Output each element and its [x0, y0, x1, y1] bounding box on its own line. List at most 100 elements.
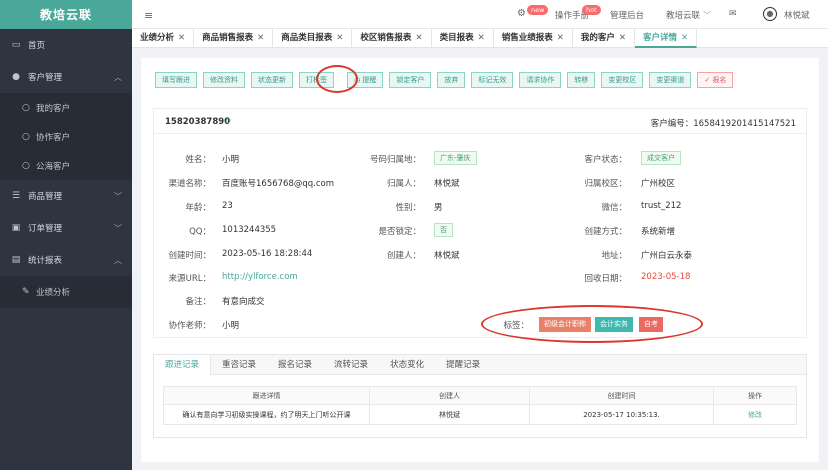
tab-label: 我的客户 [580, 33, 615, 43]
user-icon: ● [12, 72, 20, 82]
menu-toggle-icon[interactable]: ≡ [144, 9, 153, 22]
sidebar-item-label: 业绩分析 [36, 288, 71, 298]
sidebar-item-customer-management[interactable]: ● 客户管理 ︿ [0, 61, 132, 93]
customer-detail-panel: 填写跟进 修改资料 状态更新 打标签 ◷ 提醒 锁定客户 放弃 标记无效 请求协… [141, 58, 819, 462]
chevron-down-icon: ﹀ [114, 224, 122, 233]
channel-value: 百度账号1656768@qq.com [222, 179, 335, 189]
close-icon[interactable]: ✕ [178, 33, 185, 43]
change-channel-button[interactable]: 变更渠道 [649, 72, 692, 88]
chevron-down-icon: ﹀ [703, 11, 712, 21]
follow-up-button[interactable]: 填写跟进 [155, 72, 197, 88]
table-row: 确认有意向学习初级实操课程，约了明天上门听公开课 林悦斌 2023-05-17 … [163, 404, 797, 425]
gender-value: 男 [434, 203, 443, 213]
sidebar-item-product-management[interactable]: ☰ 商品管理 ﹀ [0, 180, 132, 212]
admin-link[interactable]: 管理后台 [610, 9, 644, 21]
tab-follow-up[interactable]: 跟进记录 [154, 355, 212, 375]
column-header: 创建时间 [529, 386, 714, 405]
wechat-label: 微信： [601, 203, 627, 213]
close-icon[interactable]: ✕ [619, 33, 626, 43]
age-label: 年龄： [185, 203, 211, 213]
tab-status-changes[interactable]: 状态变化 [379, 355, 435, 375]
tab-category[interactable]: 类目报表 ✕ [432, 29, 494, 48]
tab-transfer-records[interactable]: 流转记录 [323, 355, 379, 375]
sidebar-item-home[interactable]: ▭ 首页 [0, 29, 132, 61]
abandon-button[interactable]: 放弃 [437, 72, 466, 88]
chevron-up-icon: ︿ [114, 73, 122, 82]
tab-reconsult[interactable]: 重咨记录 [211, 355, 267, 375]
avatar[interactable]: ● [763, 7, 777, 21]
mark-invalid-button[interactable]: 标记无效 [471, 72, 514, 88]
records-tabs: 跟进记录 重咨记录 报名记录 流转记录 状态变化 提醒记录 [154, 355, 806, 375]
sidebar: 教培云联 ▭ 首页 ● 客户管理 ︿ ○ 我的客户 ○ 协作客户 ○ 公海客户 … [0, 0, 132, 470]
tab-bar: 业绩分析 ✕ 商品销售报表 ✕ 商品类目报表 ✕ 校区销售报表 ✕ 类目报表 ✕ 销售业绩… [132, 29, 828, 48]
method-value: 系统新增 [641, 227, 676, 237]
request-collab-button[interactable]: 请求协作 [519, 72, 562, 88]
tab-product-category[interactable]: 商品类目报表 ✕ [273, 29, 353, 48]
campus-label: 归属校区： [584, 179, 627, 189]
customer-header: 15820387890 ✆ 客户编号：16584192014151475​21 [154, 109, 806, 134]
customer-number-label: 客户编号： [650, 119, 694, 129]
transfer-button[interactable]: 转移 [567, 72, 596, 88]
lock-customer-button[interactable]: 锁定客户 [389, 72, 432, 88]
sidebar-item-my-customers[interactable]: ○ 我的客户 [0, 93, 132, 122]
enroll-label: 报名 [712, 76, 727, 84]
tab-my-customers[interactable]: 我的客户 ✕ [573, 29, 635, 48]
status-label: 客户状态： [584, 155, 627, 165]
org-name: 教培云联 [666, 11, 701, 21]
new-badge: new [527, 5, 549, 15]
close-icon[interactable]: ✕ [681, 33, 688, 43]
sidebar-item-performance-analysis[interactable]: ✎ 业绩分析 [0, 276, 132, 308]
top-bar: ≡ ⚙ new 操作手册 hot 管理后台 教培云联 ﹀ ✉ ● 林悦斌 [132, 0, 828, 29]
close-icon[interactable]: ✕ [257, 33, 264, 43]
region-tag: 广东-肇庆 [434, 151, 477, 165]
sidebar-item-collab-customers[interactable]: ○ 协作客户 [0, 122, 132, 151]
url-link[interactable]: http://ylforce.com [222, 272, 298, 282]
sidebar-item-label: 商品管理 [28, 192, 63, 202]
close-icon[interactable]: ✕ [557, 33, 564, 43]
creator-value: 林悦斌 [434, 251, 460, 261]
mail-icon[interactable]: ✉ [729, 9, 737, 19]
column-header: 跟进详情 [163, 386, 370, 405]
phone-icon[interactable]: ✆ [224, 116, 231, 125]
follow-up-table: 跟进详情 创建人 创建时间 操作 确认有意向学习初级实操课程，约了明天上门听公开… [163, 386, 797, 425]
update-status-button[interactable]: 状态更新 [251, 72, 293, 88]
gear-icon[interactable]: ⚙ [517, 8, 526, 19]
monitor-icon: ▭ [11, 40, 21, 50]
teacher-value: 小明 [222, 321, 240, 331]
edit-icon: ✎ [22, 287, 30, 297]
tab-enroll-records[interactable]: 报名记录 [267, 355, 323, 375]
close-icon[interactable]: ✕ [478, 33, 485, 43]
method-label: 创建方式： [584, 227, 627, 237]
sidebar-item-label: 我的客户 [36, 103, 71, 114]
sidebar-item-statistics[interactable]: ▤ 统计报表 ︿ [0, 244, 132, 276]
table-header: 跟进详情 创建人 创建时间 操作 [163, 386, 797, 405]
region-label: 号码归属地： [369, 155, 421, 165]
tab-customer-detail[interactable]: 客户详情 ✕ [634, 29, 698, 48]
close-icon[interactable]: ✕ [336, 33, 343, 43]
tab-product-sales[interactable]: 商品销售报表 ✕ [194, 29, 274, 48]
user-name[interactable]: 林悦斌 [784, 9, 810, 21]
name-value: 小明 [222, 155, 240, 165]
sidebar-item-public-customers[interactable]: ○ 公海客户 [0, 151, 132, 180]
org-dropdown[interactable]: 教培云联 ﹀ [666, 9, 712, 21]
close-icon[interactable]: ✕ [415, 33, 422, 43]
customer-info-card: 15820387890 ✆ 客户编号：16584192014151475​21 … [153, 108, 807, 343]
campus-value: 广州校区 [641, 179, 676, 189]
enroll-button[interactable]: ✓ 报名 [697, 72, 734, 88]
tab-reminder-records[interactable]: 提醒记录 [435, 355, 491, 375]
customer-number-value: 16584192014151475​21 [693, 119, 796, 129]
edit-info-button[interactable]: 修改资料 [203, 72, 245, 88]
sidebar-item-order-management[interactable]: ▣ 订单管理 ﹀ [0, 212, 132, 244]
created-value: 2023-05-16 18:28:44 [222, 249, 313, 259]
change-campus-button[interactable]: 变更校区 [601, 72, 644, 88]
edit-link[interactable]: 修改 [713, 404, 797, 425]
sidebar-item-label: 公海客户 [36, 161, 71, 172]
status-tag: 成交客户 [641, 151, 681, 165]
highlight-circle [316, 65, 358, 93]
customer-number: 客户编号：16584192014151475​21 [651, 117, 796, 129]
sidebar-item-label: 首页 [28, 41, 46, 51]
tab-sales-performance[interactable]: 销售业绩报表 ✕ [494, 29, 573, 48]
tab-campus-sales[interactable]: 校区销售报表 ✕ [352, 29, 432, 48]
sidebar-item-label: 协作客户 [36, 132, 71, 143]
tab-performance[interactable]: 业绩分析 ✕ [132, 29, 195, 48]
